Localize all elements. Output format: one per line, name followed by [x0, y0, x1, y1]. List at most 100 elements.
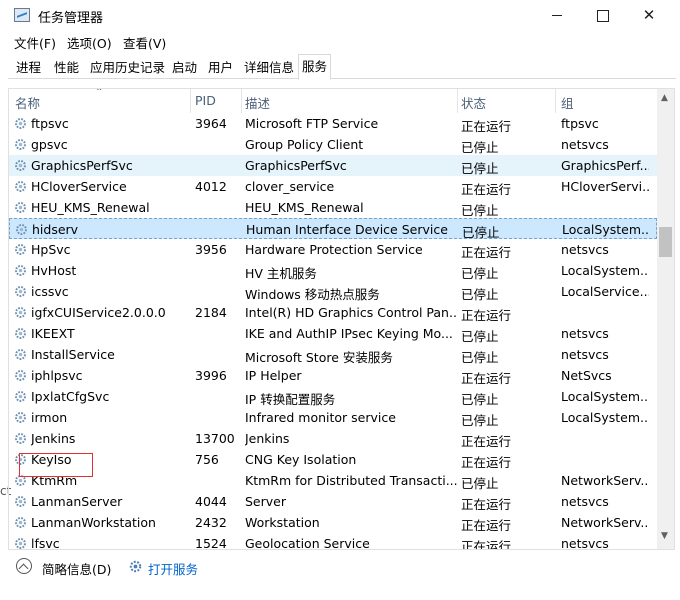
services-gear-icon[interactable]	[128, 559, 143, 574]
column-divider[interactable]	[241, 89, 242, 113]
service-name: Jenkins	[31, 431, 76, 446]
service-group: netsvcs	[561, 494, 609, 509]
service-row-ipxlatcfgsvc[interactable]: IpxlatCfgSvc IP 转换配置服务 已停止 LocalSystem...	[9, 386, 657, 407]
service-group: NetworkServ...	[561, 515, 649, 530]
service-description: GraphicsPerfSvc	[245, 158, 347, 173]
column-divider[interactable]	[457, 89, 458, 113]
column-header-name[interactable]: 名称	[15, 93, 40, 112]
gear-icon	[15, 118, 26, 129]
column-header-description[interactable]: 描述	[245, 93, 270, 112]
tab-performance[interactable]: 性能	[50, 56, 83, 79]
service-row-ftpsvc[interactable]: ftpsvc 3964 Microsoft FTP Service 正在运行 ftpsv…	[9, 113, 657, 134]
service-name: icssvc	[31, 284, 69, 299]
task-manager-window: 任务管理器 ✕ 文件(F) 选项(O) 查看(V) 进程 性能 应用历史记录 启…	[0, 0, 680, 600]
tab-startup[interactable]: 启动	[168, 56, 201, 79]
sort-ascending-icon: ⌃	[95, 88, 104, 98]
title-bar[interactable]: 任务管理器 ✕	[0, 0, 680, 31]
minimize-button[interactable]	[534, 0, 580, 31]
tab-app-history[interactable]: 应用历史记录	[86, 56, 169, 79]
service-pid: 13700	[195, 431, 235, 446]
service-status: 正在运行	[461, 455, 512, 470]
service-group: netsvcs	[561, 536, 609, 550]
service-description: Group Policy Client	[245, 137, 364, 152]
service-description: HEU_KMS_Renewal	[245, 200, 364, 215]
service-pid: 3956	[195, 242, 227, 257]
service-description: Jenkins	[245, 431, 290, 446]
service-status: 已停止	[461, 392, 499, 407]
service-name: hidserv	[32, 222, 79, 237]
task-manager-icon	[14, 8, 30, 22]
gear-icon	[15, 244, 26, 255]
service-row-installservice[interactable]: InstallService Microsoft Store 安装服务 已停止 net…	[9, 344, 657, 365]
tab-users[interactable]: 用户	[204, 56, 237, 79]
service-row-hvhost[interactable]: HvHost HV 主机服务 已停止 LocalSystem...	[9, 260, 657, 281]
service-group: LocalSystem...	[561, 389, 649, 404]
gear-icon	[15, 328, 26, 339]
gear-icon	[15, 370, 26, 381]
service-pid: 2432	[195, 515, 227, 530]
service-row-iphlpsvc[interactable]: iphlpsvc 3996 IP Helper 正在运行 NetSvcs	[9, 365, 657, 386]
vertical-scrollbar[interactable]: ▲ ▼	[657, 89, 674, 549]
service-row-hcloverservice[interactable]: HCloverService 4012 clover_service 正在运行 HClo…	[9, 176, 657, 197]
service-group: HCloverServi...	[561, 179, 649, 194]
service-row-keyiso[interactable]: KeyIso 756 CNG Key Isolation 正在运行	[9, 449, 657, 470]
service-row-hidserv[interactable]: hidserv Human Interface Device Service 已停止…	[9, 218, 657, 240]
gear-icon	[15, 349, 26, 360]
menu-options[interactable]: 选项(O)	[67, 33, 112, 52]
service-row-igfxcuiservice2-0-0-0[interactable]: igfxCUIService2.0.0.0 2184 Intel(R) HD Gra…	[9, 302, 657, 323]
open-services-link[interactable]: 打开服务	[148, 559, 198, 578]
service-name: HEU_KMS_Renewal	[31, 200, 150, 215]
service-name: GraphicsPerfSvc	[31, 158, 133, 173]
close-button[interactable]: ✕	[626, 0, 672, 31]
menu-view[interactable]: 查看(V)	[123, 33, 166, 52]
column-header-status[interactable]: 状态	[461, 93, 486, 112]
service-name: IpxlatCfgSvc	[31, 389, 110, 404]
tab-details[interactable]: 详细信息	[240, 56, 298, 79]
service-group: netsvcs	[561, 242, 609, 257]
service-row-gpsvc[interactable]: gpsvc Group Policy Client 已停止 netsvcs	[9, 134, 657, 155]
service-row-ikeext[interactable]: IKEEXT IKE and AuthIP IPsec Keying Mo... 已…	[9, 323, 657, 344]
menu-file[interactable]: 文件(F)	[14, 33, 56, 52]
column-header-group[interactable]: 组	[561, 93, 574, 112]
service-group: LocalService...	[561, 284, 649, 299]
gear-icon	[15, 307, 26, 318]
gear-icon	[15, 265, 26, 276]
gear-icon	[15, 496, 26, 507]
column-divider[interactable]	[555, 89, 556, 113]
tab-processes[interactable]: 进程	[12, 56, 45, 79]
service-status: 正在运行	[461, 245, 512, 260]
scroll-down-icon[interactable]: ▼	[661, 531, 668, 541]
service-row-lanmanserver[interactable]: LanmanServer 4044 Server 正在运行 netsvcs	[9, 491, 657, 512]
service-row-hpsvc[interactable]: HpSvc 3956 Hardware Protection Service 正在运行…	[9, 239, 657, 260]
service-name: HCloverService	[31, 179, 127, 194]
service-name: gpsvc	[31, 137, 68, 152]
maximize-button[interactable]	[580, 0, 626, 31]
service-row-jenkins[interactable]: Jenkins 13700 Jenkins 正在运行	[9, 428, 657, 449]
gear-icon	[15, 181, 26, 192]
footer-bar: 简略信息(D) 打开服务	[0, 552, 680, 582]
service-pid: 3996	[195, 368, 227, 383]
service-group: LocalSystem...	[562, 222, 650, 237]
service-row-heu-kms-renewal[interactable]: HEU_KMS_Renewal HEU_KMS_Renewal 已停止	[9, 197, 657, 218]
scroll-up-icon[interactable]: ▲	[661, 93, 668, 103]
column-header-pid[interactable]: PID	[195, 93, 216, 108]
service-row-graphicsperfsvc[interactable]: GraphicsPerfSvc GraphicsPerfSvc 已停止 Graphic…	[9, 155, 657, 176]
column-divider[interactable]	[190, 89, 191, 113]
service-row-lanmanworkstation[interactable]: LanmanWorkstation 2432 Workstation 正在运行 Netw…	[9, 512, 657, 533]
service-row-irmon[interactable]: irmon Infrared monitor service 已停止 LocalSys…	[9, 407, 657, 428]
service-name: InstallService	[31, 347, 115, 362]
chevron-up-circle-icon[interactable]	[16, 558, 32, 574]
scrollbar-thumb[interactable]	[659, 227, 672, 257]
fewer-details-button[interactable]: 简略信息(D)	[42, 559, 111, 578]
service-status: 正在运行	[461, 182, 512, 197]
service-group: netsvcs	[561, 347, 609, 362]
service-group: NetSvcs	[561, 368, 612, 383]
service-pid: 2184	[195, 305, 227, 320]
table-header: 名称 ⌃ PID 描述 状态 组	[9, 89, 657, 113]
service-row-lfsvc[interactable]: lfsvc 1524 Geolocation Service 正在运行 netsvcs	[9, 533, 657, 550]
tab-services[interactable]: 服务	[298, 54, 332, 80]
service-description: IKE and AuthIP IPsec Keying Mo...	[245, 326, 453, 341]
service-row-icssvc[interactable]: icssvc Windows 移动热点服务 已停止 LocalService...	[9, 281, 657, 302]
service-row-ktmrm[interactable]: KtmRm KtmRm for Distributed Transacti... 已…	[9, 470, 657, 491]
service-status: 正在运行	[461, 434, 512, 449]
